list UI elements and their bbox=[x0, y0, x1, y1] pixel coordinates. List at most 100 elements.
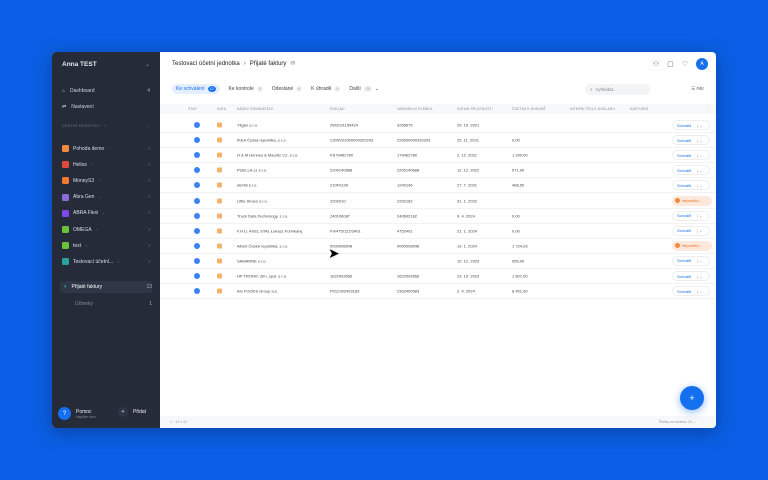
chevron-right-icon[interactable]: › bbox=[148, 243, 150, 249]
caret-icon: ▾ bbox=[64, 284, 67, 290]
sub-item-prijate-faktury[interactable]: ▾ Přijaté faktury 13 bbox=[60, 281, 152, 293]
chevron-right-icon[interactable]: › bbox=[148, 162, 150, 168]
bulb-icon[interactable]: ♡ bbox=[682, 60, 688, 68]
approve-button[interactable]: Schválit | ⌄ bbox=[672, 120, 710, 130]
variable-symbol: 3256675 bbox=[397, 122, 413, 128]
approve-button[interactable]: Schválit | ⌄ bbox=[672, 150, 710, 161]
chevron-down-icon[interactable]: | ⌄ bbox=[697, 183, 703, 188]
document-number: 2W2021150424 bbox=[330, 122, 358, 128]
chevron-down-icon[interactable]: | ⌄ bbox=[697, 213, 703, 218]
document-number: 210F0109 bbox=[330, 182, 349, 188]
column-header[interactable]: INTERNÍ ČÍSLO DOKLADU bbox=[570, 107, 615, 111]
user-name[interactable]: Anna TEST bbox=[62, 61, 97, 68]
chevron-down-icon[interactable]: | ⌄ bbox=[697, 138, 703, 143]
document-icon bbox=[217, 167, 222, 173]
tab[interactable]: Odeslané 6 bbox=[272, 86, 303, 92]
table-row[interactable]: H & M Hennes & Mauritz CZ, s.r.o. KS7946… bbox=[160, 148, 716, 164]
add-button[interactable]: + Přidat bbox=[118, 407, 146, 417]
column-header[interactable]: ČÁSTKA K ÚHRADĚ bbox=[512, 107, 546, 111]
chevron-down-icon[interactable]: | ⌄ bbox=[697, 168, 703, 173]
add-icon[interactable]: + bbox=[104, 124, 106, 128]
column-header[interactable]: NAPOJENÍ bbox=[630, 107, 648, 111]
approve-button[interactable]: Schválit | ⌄ bbox=[672, 210, 710, 221]
tab[interactable]: Ke schválení 12 bbox=[172, 84, 220, 94]
filter-button[interactable]: ☰ Filtr bbox=[691, 86, 704, 92]
column-header[interactable]: NÁZEV DODAVATELE bbox=[237, 107, 274, 111]
tab[interactable]: K úhradě 0 bbox=[311, 86, 341, 92]
chevron-down-icon[interactable]: | ⌄ bbox=[697, 123, 703, 128]
table-row[interactable]: ekmi6 s.r.o. 210F0109 1240146 27. 7. 202… bbox=[160, 178, 716, 194]
due-date: 31. 1. 2022 bbox=[457, 198, 478, 203]
chevron-right-icon[interactable]: › bbox=[148, 178, 150, 184]
approve-button[interactable]: Schválit | ⌄ bbox=[672, 165, 710, 176]
more-icon[interactable]: ⋮ bbox=[707, 107, 711, 111]
chevron-down-icon[interactable]: | ⌄ bbox=[697, 228, 703, 233]
unit-item[interactable]: Abra Gen ⌁ › bbox=[62, 193, 150, 201]
avatar[interactable]: A bbox=[696, 58, 708, 70]
chevron-down-icon[interactable]: | ⌄ bbox=[697, 258, 703, 263]
chevron-right-icon[interactable]: › bbox=[148, 194, 150, 200]
unit-item[interactable]: ABRA Flexi ⌁ › bbox=[62, 209, 150, 217]
table-row[interactable]: Little Shoes s.r.o. 2202010 2202182 31. … bbox=[160, 194, 716, 209]
column-header[interactable]: DOKLAD bbox=[330, 107, 345, 111]
unit-item[interactable]: Helios ⌁ › bbox=[62, 161, 150, 169]
tab[interactable]: Ke kontrole 0 bbox=[229, 86, 263, 92]
column-header[interactable]: VARIABILNÍ SYMBOL bbox=[397, 107, 433, 111]
chevron-right-icon[interactable]: › bbox=[148, 210, 150, 216]
approve-button[interactable]: Schválit | ⌄ bbox=[672, 225, 710, 236]
amount: 955,00 bbox=[512, 258, 525, 264]
table-row[interactable]: HP TRONIC Zlín, spol. s r.o. 1622993566 … bbox=[160, 269, 716, 284]
approve-button[interactable]: Schválit | ⌄ bbox=[672, 255, 710, 266]
chevron-down-icon[interactable]: | ⌄ bbox=[697, 274, 703, 279]
status-icon bbox=[194, 197, 200, 204]
unit-label: MoneyS3 bbox=[73, 177, 95, 184]
nav-dashboard[interactable]: ⌂ Dashboard 4 bbox=[62, 88, 150, 94]
table-row[interactable]: Albert Česká republika, s.r.o. 000000854… bbox=[160, 239, 716, 254]
help-button[interactable]: ? Pomoc Napište nám bbox=[58, 407, 96, 420]
mailbox-icon[interactable]: ✉ bbox=[290, 60, 295, 67]
table-row[interactable]: Yligan s.r.o. 2W2021150424 3256675 29. 1… bbox=[160, 118, 716, 133]
user-icon[interactable]: ⚇ bbox=[653, 60, 659, 68]
table-row[interactable]: PUELLA.cz s.r.o. 2200140688 2200140688 1… bbox=[160, 163, 716, 179]
tab[interactable]: Další 25 ⌄ bbox=[349, 86, 379, 92]
chevron-right-icon[interactable]: › bbox=[148, 227, 150, 233]
document-icon bbox=[217, 122, 222, 128]
add-fab-button[interactable]: + bbox=[680, 386, 704, 410]
approve-label: Schválit bbox=[677, 288, 692, 294]
chevron-down-icon[interactable]: | ⌄ bbox=[697, 153, 703, 158]
sub-item-uctenky[interactable]: Účtenky 1 bbox=[60, 298, 152, 310]
column-header[interactable]: DATA bbox=[217, 107, 226, 111]
document-number: FV/475/122/3401 bbox=[330, 228, 361, 234]
unit-item[interactable]: test ⌁ › bbox=[62, 242, 150, 250]
unit-item[interactable]: MoneyS3 ⌁ › bbox=[62, 177, 150, 185]
approve-button[interactable]: Schválit | ⌄ bbox=[672, 271, 710, 281]
search-icon[interactable]: ⌕ bbox=[148, 124, 150, 128]
unit-item[interactable]: Testovací účetní... ⌁ › bbox=[62, 258, 150, 266]
table-row[interactable]: AG FOODS Group a.s. P012302493183 230240… bbox=[160, 284, 716, 300]
chevron-right-icon[interactable]: › bbox=[148, 146, 150, 152]
rows-per-page[interactable]: Řádky na stránku 20 ⌄ bbox=[659, 420, 696, 424]
column-header[interactable]: DATUM SPLATNOSTI bbox=[457, 107, 493, 111]
breadcrumb-unit[interactable]: Testovací účetní jednotka bbox=[172, 61, 240, 67]
chevron-right-icon[interactable]: › bbox=[148, 259, 150, 265]
supplier-name: HP TRONIC Zlín, spol. s r.o. bbox=[237, 273, 288, 279]
table-row[interactable]: IKEA Česká republika, s.r.o. CZINV220000… bbox=[160, 133, 716, 149]
table-row[interactable]: F.H.U. AXEL STAL Łukasz Kornikany FV/475… bbox=[160, 224, 716, 239]
approve-button[interactable]: Schválit | ⌄ bbox=[672, 180, 710, 191]
column-header[interactable]: STAV bbox=[188, 107, 197, 111]
search-input[interactable]: ⌕ Vyhledat... bbox=[585, 84, 650, 95]
chevron-down-icon[interactable]: | ⌄ bbox=[697, 289, 703, 294]
unit-item[interactable]: OMEGA ⌁ › bbox=[62, 226, 150, 233]
chat-icon[interactable]: ▢ bbox=[667, 60, 674, 68]
nav-settings[interactable]: ⇄ Nastavení bbox=[62, 104, 150, 110]
approve-label: Schválit bbox=[677, 167, 692, 173]
table-row[interactable]: Truck Data Technology, s.r.o. 240106087 … bbox=[160, 209, 716, 224]
unit-item[interactable]: Pohoda demo ⌁ › bbox=[62, 145, 150, 152]
unit-icon bbox=[62, 258, 69, 266]
approve-button[interactable]: Schválit | ⌄ bbox=[672, 135, 710, 146]
error-badge[interactable]: Nepodařilo... bbox=[672, 195, 712, 206]
approve-button[interactable]: Schválit | ⌄ bbox=[672, 286, 710, 297]
chevron-down-icon[interactable]: ⌄ bbox=[145, 61, 150, 68]
table-row[interactable]: SAMARNE s.r.o. 10. 12. 2023 955,00 Schvá… bbox=[160, 254, 716, 269]
error-badge[interactable]: Nepodařilo... bbox=[672, 240, 712, 251]
